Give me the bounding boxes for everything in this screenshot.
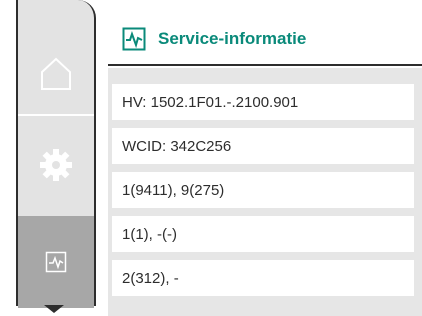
nav-divider bbox=[18, 114, 94, 116]
list-item: 1(9411), 9(275) bbox=[112, 172, 414, 208]
gear-icon bbox=[40, 149, 72, 181]
nav-item-settings[interactable] bbox=[18, 130, 94, 200]
activity-icon bbox=[45, 251, 67, 273]
page-title: Service-informatie bbox=[158, 29, 307, 48]
nav-item-home[interactable] bbox=[18, 46, 94, 102]
chevron-down-icon[interactable] bbox=[44, 305, 64, 313]
nav-rail bbox=[16, 0, 96, 308]
list-item: HV: 1502.1F01.-.2100.901 bbox=[112, 84, 414, 120]
list-item: 1(1), -(-) bbox=[112, 216, 414, 252]
list-item: 2(312), - bbox=[112, 260, 414, 296]
home-icon bbox=[41, 57, 71, 90]
activity-icon bbox=[122, 27, 146, 51]
page-header: Service-informatie bbox=[108, 14, 422, 66]
nav-item-service[interactable] bbox=[18, 216, 94, 308]
service-info-list: HV: 1502.1F01.-.2100.901 WCID: 342C256 1… bbox=[108, 68, 422, 316]
list-item: WCID: 342C256 bbox=[112, 128, 414, 164]
